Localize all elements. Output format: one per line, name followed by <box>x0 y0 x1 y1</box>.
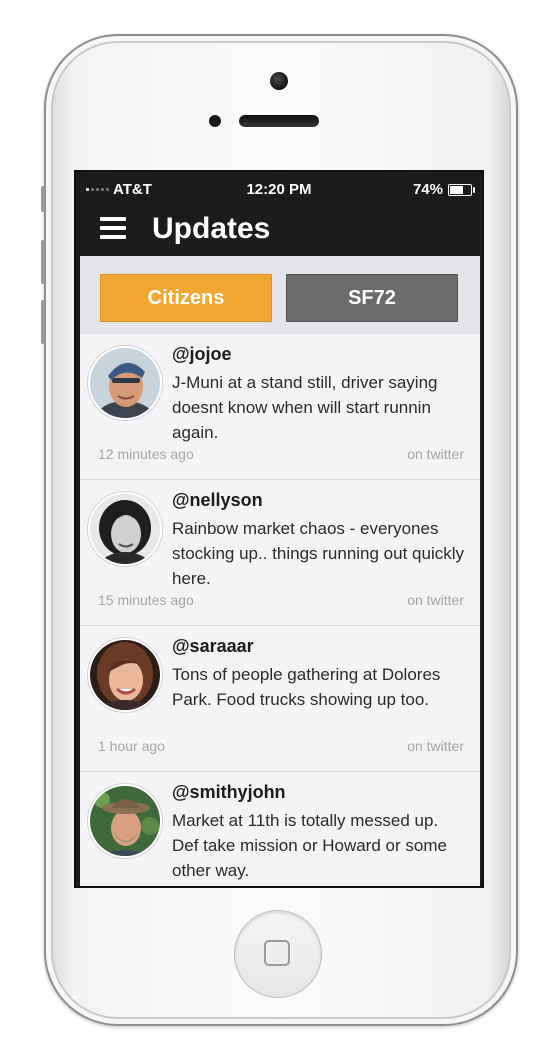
update-message: Rainbow market chaos - everyones stockin… <box>172 519 465 588</box>
user-handle[interactable]: @smithyjohn <box>172 782 286 803</box>
hamburger-menu-icon[interactable] <box>100 217 126 239</box>
update-message: Market at 11th is totally messed up. Def… <box>172 811 447 880</box>
timestamp: 1 hour ago <box>98 738 165 754</box>
source-label[interactable]: on twitter <box>407 738 464 754</box>
list-item[interactable]: @jojoe J-Muni at a stand still, driver s… <box>80 334 480 480</box>
update-message: Tons of people gathering at Dolores Park… <box>172 665 441 709</box>
list-item[interactable]: @smithyjohn Market at 11th is totally me… <box>80 772 480 886</box>
screen: AT&T 12:20 PM 74% Updates Citizens SF72 <box>74 170 484 888</box>
home-square-icon <box>264 940 290 966</box>
page-title: Updates <box>152 212 271 245</box>
user-handle[interactable]: @saraaar <box>172 636 254 657</box>
list-item[interactable]: @nellyson Rainbow market chaos - everyon… <box>80 480 480 626</box>
updates-feed[interactable]: @jojoe J-Muni at a stand still, driver s… <box>80 334 480 886</box>
timestamp: 15 minutes ago <box>98 592 194 608</box>
user-handle[interactable]: @jojoe <box>172 344 232 365</box>
list-item[interactable]: @saraaar Tons of people gathering at Dol… <box>80 626 480 772</box>
battery-status: 74% <box>412 181 475 198</box>
timestamp: 12 minutes ago <box>98 446 194 462</box>
nav-bar: Updates <box>76 202 482 256</box>
earpiece-speaker <box>239 115 319 127</box>
update-message: J-Muni at a stand still, driver saying d… <box>172 373 438 442</box>
battery-icon <box>448 183 475 196</box>
home-button[interactable] <box>234 910 322 998</box>
battery-percent: 74% <box>412 181 443 198</box>
avatar <box>88 784 162 858</box>
front-camera-icon <box>270 72 288 90</box>
source-label[interactable]: on twitter <box>407 446 464 462</box>
avatar <box>88 492 162 566</box>
avatar <box>88 638 162 712</box>
status-bar: AT&T 12:20 PM 74% <box>76 172 482 202</box>
tab-bar: Citizens SF72 <box>80 256 480 334</box>
mute-switch <box>41 186 45 212</box>
volume-down-button <box>41 300 45 344</box>
user-handle[interactable]: @nellyson <box>172 490 263 511</box>
sensor-icon <box>209 115 221 127</box>
tab-citizens[interactable]: Citizens <box>100 274 272 322</box>
volume-up-button <box>41 240 45 284</box>
tab-sf72[interactable]: SF72 <box>286 274 458 322</box>
source-label[interactable]: on twitter <box>407 592 464 608</box>
avatar <box>88 346 162 420</box>
